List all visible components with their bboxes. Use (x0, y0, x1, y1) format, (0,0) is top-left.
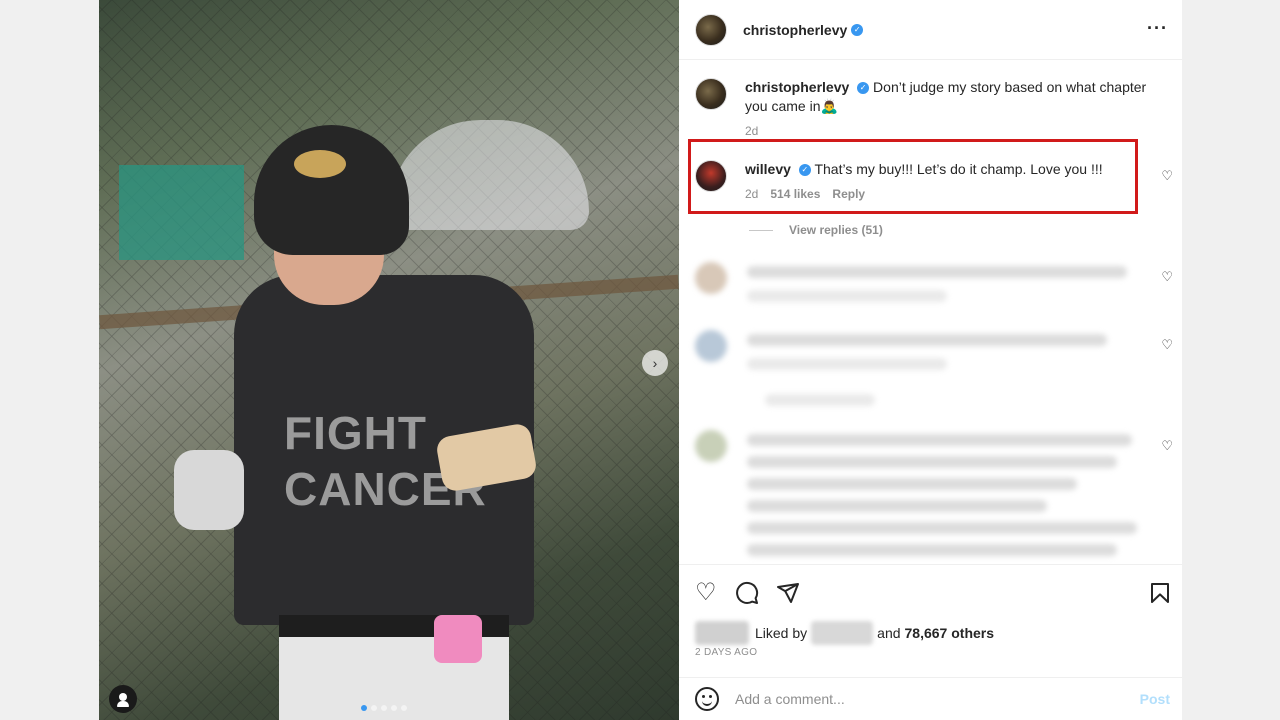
helmet-logo (294, 150, 346, 178)
caption-time: 2d (745, 124, 759, 138)
liker-name-blurred (811, 621, 874, 645)
likes-and-label: and (877, 625, 901, 641)
author-username[interactable]: christopherlevy (743, 22, 847, 38)
verified-badge-icon: ✓ (798, 164, 811, 177)
highlighted-comment: willevy ✓ That’s my buy!!! Let’s do it c… (695, 160, 1165, 204)
replies-divider (749, 229, 773, 231)
emoji-icon[interactable] (695, 687, 719, 711)
caption-username[interactable]: christopherlevy (745, 79, 849, 95)
pink-wristband (434, 615, 482, 663)
carousel-dot (401, 705, 407, 711)
verified-badge-icon: ✓ (857, 82, 870, 95)
caption-avatar[interactable] (695, 78, 727, 110)
comment-like-heart-icon[interactable]: ♡ (1161, 438, 1173, 454)
blurred-meta (747, 358, 947, 370)
blurred-text (747, 544, 1117, 556)
blurred-text (747, 456, 1117, 468)
caption-comment: christopherlevy ✓ Don’t judge my story b… (695, 78, 1165, 141)
blurred-avatar (695, 330, 727, 362)
carousel-dot (361, 705, 367, 711)
blurred-text (747, 434, 1132, 446)
baseball-player: FIGHT CANCER (174, 125, 569, 720)
green-banner (119, 165, 244, 260)
blurred-avatar (695, 430, 727, 462)
add-comment-bar: Post (679, 677, 1182, 720)
comment-like-heart-icon[interactable]: ♡ (1161, 168, 1173, 184)
view-replies-button[interactable]: View replies (51) (749, 223, 883, 237)
blurred-text (747, 478, 1077, 490)
comment-like-heart-icon[interactable]: ♡ (1161, 337, 1173, 353)
commenter-username[interactable]: willevy (745, 161, 791, 177)
blurred-text (747, 500, 1047, 512)
blurred-replies (765, 394, 875, 406)
likes-count[interactable]: 78,667 others (905, 625, 995, 641)
bookmark-icon[interactable] (1148, 581, 1172, 610)
blurred-avatar (695, 262, 727, 294)
post-photo[interactable]: FIGHT CANCER › (99, 0, 679, 720)
blurred-text (747, 522, 1137, 534)
comment-icon[interactable] (735, 581, 759, 610)
post-comment-button[interactable]: Post (1140, 691, 1170, 707)
batting-helmet (254, 125, 409, 255)
post-time: 2 DAYS AGO (695, 647, 758, 658)
batting-glove (174, 450, 244, 530)
carousel-dots (361, 705, 407, 711)
more-options-icon[interactable]: ··· (1147, 18, 1168, 39)
liker-avatars-blurred (695, 621, 749, 645)
post-header: christopherlevy ✓ ··· (679, 0, 1182, 60)
next-photo-arrow-icon[interactable]: › (642, 350, 668, 376)
author-avatar[interactable] (695, 13, 727, 46)
carousel-dot (371, 705, 377, 711)
reply-button[interactable]: Reply (832, 185, 865, 204)
verified-badge-icon: ✓ (851, 23, 864, 36)
comment-like-heart-icon[interactable]: ♡ (1161, 269, 1173, 285)
comment-input[interactable] (735, 691, 1115, 707)
action-bar: ♡ (679, 564, 1182, 620)
blurred-text (747, 334, 1107, 346)
comment-time: 2d (745, 187, 759, 201)
heart-icon[interactable]: ♡ (695, 581, 717, 605)
blurred-text (747, 266, 1127, 278)
instagram-post-modal: FIGHT CANCER › christopherlevy ✓ ··· chr… (0, 0, 1280, 720)
likes-summary[interactable]: Liked by and 78,667 others (695, 621, 994, 645)
liked-by-label: Liked by (755, 625, 808, 641)
tagged-user-icon[interactable] (109, 685, 137, 713)
carousel-dot (391, 705, 397, 711)
commenter-avatar[interactable] (695, 160, 727, 192)
blurred-meta (747, 290, 947, 302)
comments-panel: christopherlevy ✓ ··· christopherlevy ✓ … (679, 0, 1182, 720)
carousel-dot (381, 705, 387, 711)
comment-likes[interactable]: 514 likes (770, 185, 820, 204)
comment-text: That’s my buy!!! Let’s do it champ. Love… (814, 161, 1103, 177)
view-replies-label: View replies (51) (789, 223, 883, 237)
share-icon[interactable] (776, 581, 800, 610)
